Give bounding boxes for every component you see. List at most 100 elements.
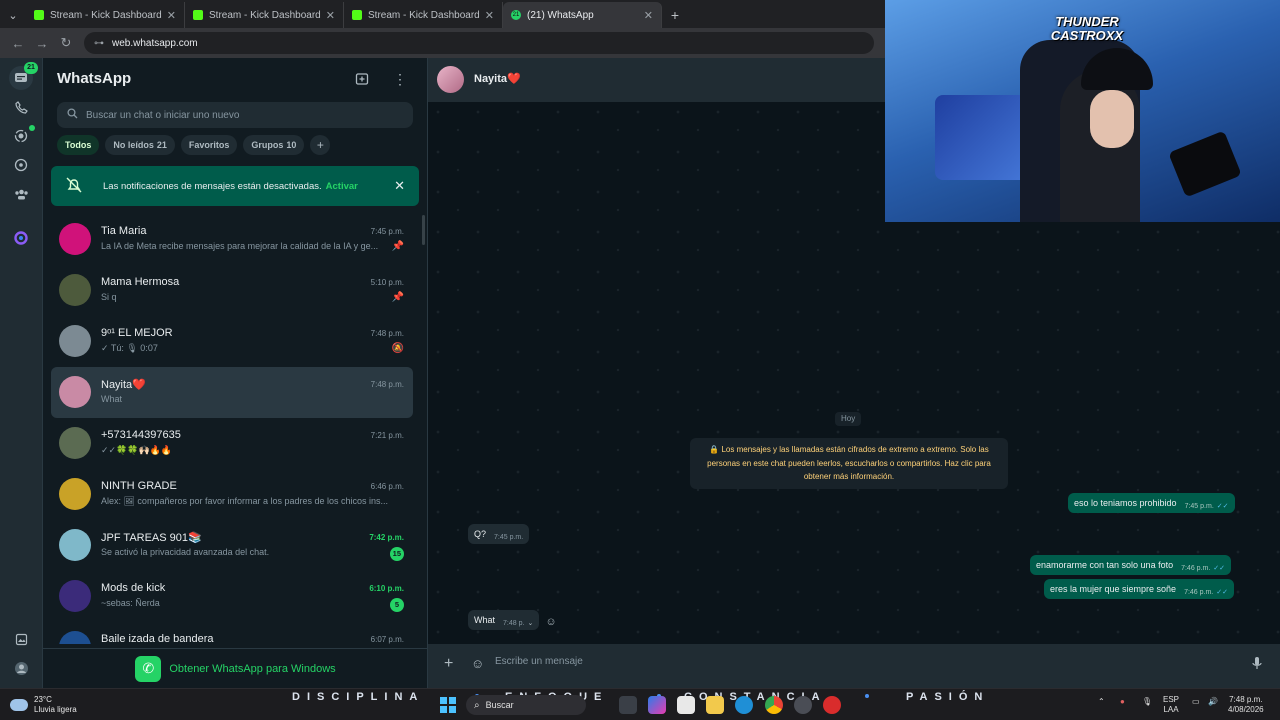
add-filter-button[interactable]: +: [310, 135, 331, 155]
copilot-icon[interactable]: [648, 696, 666, 714]
overlay-word: PASIÓN: [906, 691, 990, 703]
get-whatsapp-windows-link[interactable]: ✆ Obtener WhatsApp para Windows: [43, 648, 428, 688]
contact-name[interactable]: Nayita❤️: [474, 72, 521, 85]
attach-plus-icon[interactable]: +: [444, 655, 453, 673]
message-composer: + ☺ Escribe un mensaje: [428, 644, 1280, 688]
store-icon[interactable]: [677, 696, 695, 714]
date-separator: Hoy: [835, 412, 862, 426]
clock-date: 4/08/2026: [1228, 705, 1264, 714]
chrome-icon[interactable]: [765, 696, 783, 714]
emoji-reaction-icon[interactable]: ☺: [544, 615, 558, 629]
nav-rail: 21: [0, 58, 43, 688]
taskbar-search[interactable]: ⌕ Buscar: [466, 695, 586, 715]
media-icon[interactable]: [9, 627, 33, 651]
activate-notifications-link[interactable]: Activar: [326, 181, 358, 192]
taskbar-search-label: Buscar: [485, 700, 514, 710]
sticker-icon[interactable]: ☺: [471, 656, 484, 671]
menu-kebab-icon[interactable]: ⋮: [391, 70, 409, 88]
avatar: [59, 529, 91, 561]
chat-preview: Si q: [101, 292, 117, 302]
weather-widget[interactable]: 23°C Lluvia ligera: [10, 695, 77, 715]
settings-icon[interactable]: [9, 656, 33, 680]
channels-icon[interactable]: [9, 153, 33, 177]
tab-title: Stream - Kick Dashboard: [368, 9, 480, 21]
network-icon[interactable]: ▭: [1192, 697, 1200, 707]
app-title: WhatsApp: [57, 70, 132, 87]
browser-tab[interactable]: Stream - Kick Dashboard ✕: [26, 2, 185, 28]
browser-tab[interactable]: Stream - Kick Dashboard ✕: [185, 2, 344, 28]
message-options-chevron-icon[interactable]: ⌄: [527, 619, 533, 627]
chat-list-item[interactable]: Mama Hermosa 5:10 p.m. Si q 📌: [51, 265, 413, 316]
weather-temp: 23°C: [34, 695, 52, 704]
message-text: eso lo teniamos prohibido: [1074, 498, 1177, 508]
chat-list-item[interactable]: Baile izada de bandera 6:07 p.m.: [51, 622, 413, 644]
chat-name: Nayita❤️: [101, 379, 146, 391]
browser-tab-whatsapp[interactable]: 21 (21) WhatsApp ✕: [503, 2, 662, 28]
filter-chip-all[interactable]: Todos: [57, 135, 100, 155]
message-input[interactable]: Escribe un mensaje: [495, 656, 583, 667]
communities-icon[interactable]: [9, 182, 33, 206]
new-chat-icon[interactable]: [353, 70, 371, 88]
filter-chip-unread[interactable]: No leídos 21: [105, 135, 175, 155]
meta-ai-icon[interactable]: [9, 226, 33, 250]
edge-icon[interactable]: [735, 696, 753, 714]
close-tab-icon[interactable]: ✕: [167, 9, 176, 22]
tab-search-button[interactable]: ⌄: [0, 2, 26, 28]
message-bubble-outgoing[interactable]: eso lo teniamos prohibido 7:45 p.m. ✓✓: [1068, 493, 1235, 513]
chat-list-item[interactable]: Tia Maria 7:45 p.m. La IA de Meta recibe m…: [51, 214, 413, 265]
url-input[interactable]: ⊶ web.whatsapp.com: [84, 32, 874, 54]
avatar: [59, 223, 91, 255]
webcam-overlay: THUNDER CASTROXX: [885, 0, 1280, 222]
avatar: [59, 478, 91, 510]
filter-chip-favorites[interactable]: Favoritos: [180, 135, 238, 155]
message-bubble-outgoing[interactable]: eres la mujer que siempre soñe 7:46 p.m.…: [1044, 579, 1234, 599]
forward-arrow-icon[interactable]: →: [30, 36, 54, 51]
chat-name: Mods de kick: [101, 582, 166, 594]
avatar[interactable]: [437, 66, 464, 93]
read-ticks-icon: ✓✓: [1216, 503, 1229, 510]
chat-list-scrollbar[interactable]: [422, 215, 425, 245]
chat-time: 7:45 p.m.: [370, 227, 404, 236]
windows-start-icon[interactable]: [440, 697, 456, 713]
whatsapp-logo-icon: ✆: [135, 655, 162, 682]
file-explorer-icon[interactable]: [706, 696, 724, 714]
chat-list-item[interactable]: NINTH GRADE 6:46 p.m. Alex: 🖼 compañeros p…: [51, 469, 413, 520]
recording-app-icon[interactable]: [823, 696, 841, 714]
chat-time: 6:10 p.m.: [369, 584, 404, 593]
obs-icon[interactable]: [794, 696, 812, 714]
filter-chip-groups[interactable]: Grupos 10: [243, 135, 305, 155]
calls-icon[interactable]: [9, 95, 33, 119]
muted-icon: 🔕: [391, 343, 404, 354]
chat-filters: Todos No leídos 21 Favoritos Grupos 10 +: [57, 135, 331, 155]
chat-list-item[interactable]: +573144397635 7:21 p.m. ✓✓🍀🍀🙌🏻🔥🔥: [51, 418, 413, 469]
site-info-icon[interactable]: ⊶: [94, 38, 104, 49]
new-tab-button[interactable]: +: [662, 2, 688, 28]
close-icon[interactable]: ✕: [394, 178, 405, 194]
chat-list-item[interactable]: JPF TAREAS 901📚 7:42 p.m. Se activó la pri…: [51, 520, 413, 571]
close-tab-icon[interactable]: ✕: [644, 9, 653, 22]
close-tab-icon[interactable]: ✕: [326, 9, 335, 22]
task-view-icon[interactable]: [619, 696, 637, 714]
chat-name: JPF TAREAS 901📚: [101, 532, 202, 544]
clock-time: 7:48 p.m.: [1229, 695, 1263, 704]
avatar: [59, 376, 91, 408]
close-tab-icon[interactable]: ✕: [485, 9, 494, 22]
clock[interactable]: 7:48 p.m. 4/08/2026: [1228, 695, 1264, 715]
volume-icon[interactable]: 🔊: [1208, 697, 1218, 707]
tray-chevron-icon[interactable]: ⌃: [1098, 697, 1105, 707]
language-indicator[interactable]: ESP LAA: [1163, 695, 1179, 715]
reload-icon[interactable]: ↻: [54, 35, 78, 51]
encryption-notice[interactable]: 🔒 Los mensajes y las llamadas están cifr…: [690, 438, 1008, 489]
chat-list-item[interactable]: 9ᵒ¹ EL MEJOR 7:48 p.m. ✓ Tú: 🎙 0:07 🔕: [51, 316, 413, 367]
back-arrow-icon[interactable]: ←: [6, 36, 30, 51]
microphone-icon[interactable]: [1252, 656, 1262, 673]
message-bubble-outgoing[interactable]: enamorarme con tan solo una foto 7:46 p.…: [1030, 555, 1232, 575]
message-bubble-incoming[interactable]: What 7:48 p. ⌄: [468, 610, 540, 630]
tray-app-icon[interactable]: ●: [1120, 697, 1125, 707]
search-input[interactable]: Buscar un chat o iniciar uno nuevo: [57, 102, 413, 128]
chat-list-item[interactable]: Mods de kick 6:10 p.m. ~sebas: Ñerda 5: [51, 571, 413, 622]
chat-list-item[interactable]: Nayita❤️ 7:48 p.m. What: [51, 367, 413, 418]
tray-mic-icon[interactable]: 🎙: [1142, 697, 1152, 707]
message-bubble-incoming[interactable]: Q? 7:45 p.m.: [468, 524, 530, 544]
browser-tab[interactable]: Stream - Kick Dashboard ✕: [344, 2, 503, 28]
